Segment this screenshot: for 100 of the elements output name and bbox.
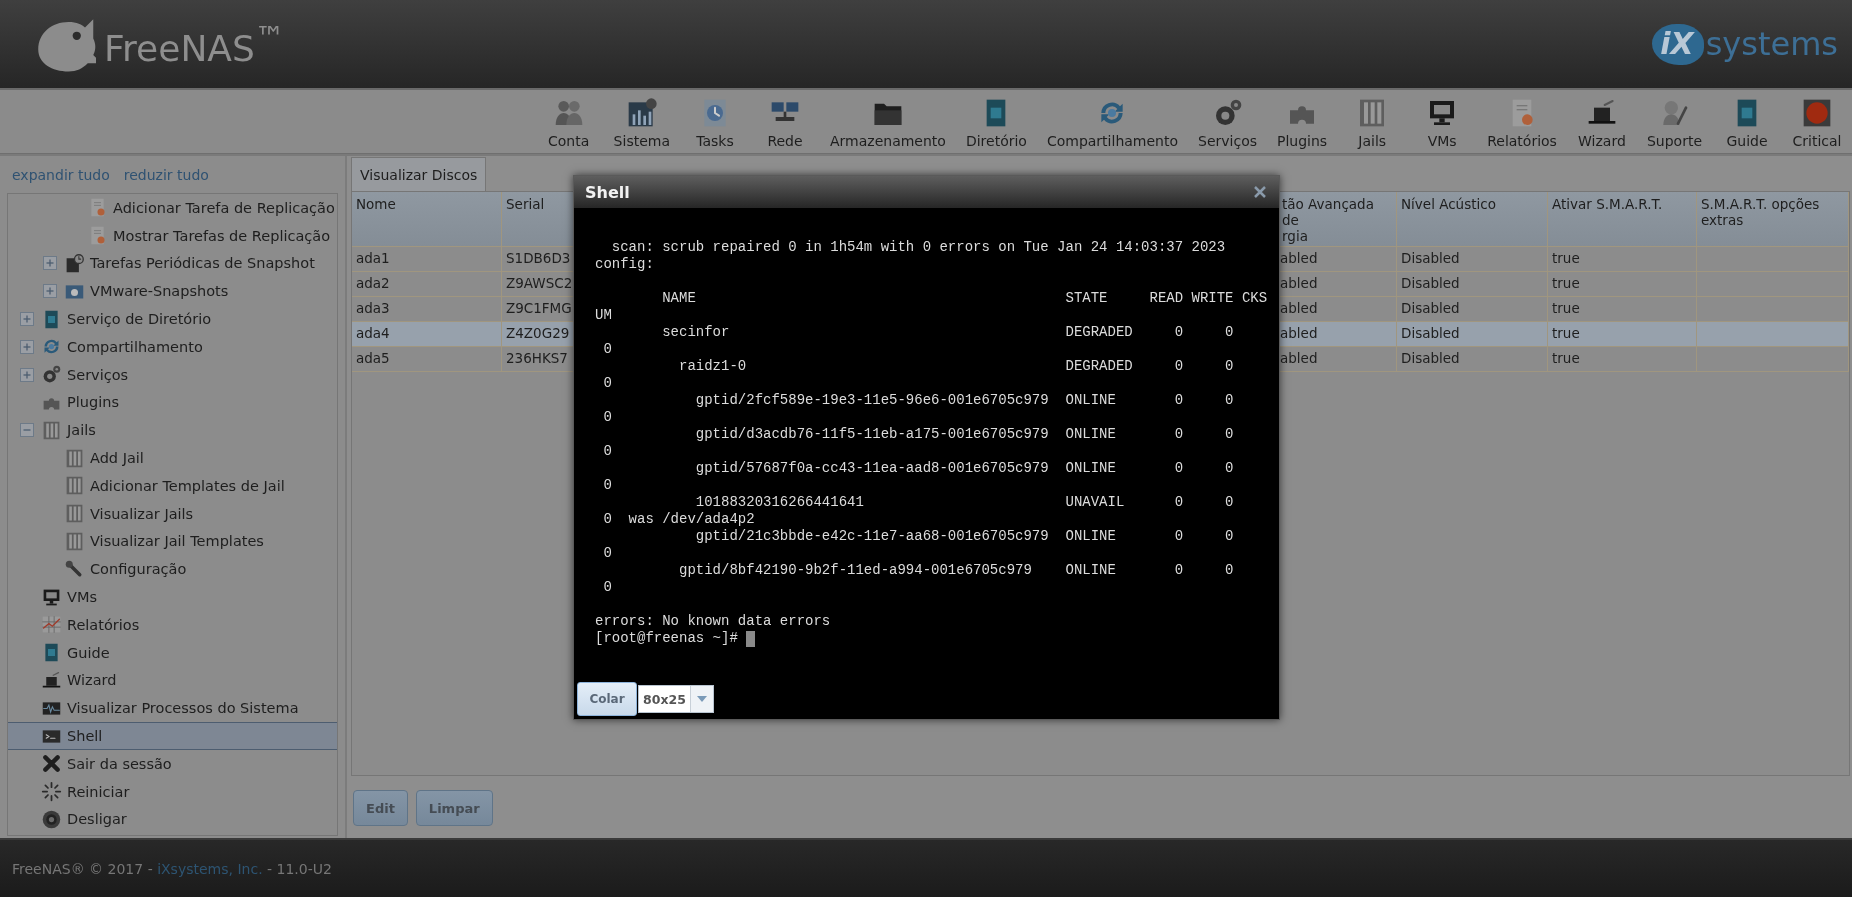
tree-item[interactable]: Plugins <box>8 388 337 417</box>
clear-button[interactable]: Limpar <box>415 790 493 826</box>
toolbar-button[interactable]: Wizard <box>1566 90 1637 153</box>
table-cell: true <box>1552 350 1580 366</box>
snapshot-icon <box>64 253 85 274</box>
line-chart-icon <box>41 614 62 636</box>
spinner-icon <box>41 781 62 803</box>
table-cell: abled <box>1280 300 1318 316</box>
toolbar-button[interactable]: Diretório <box>955 90 1037 153</box>
expander-icon[interactable] <box>20 423 34 438</box>
toolbar-button[interactable]: Plugins <box>1267 90 1338 153</box>
table-cell: Disabled <box>1401 275 1460 291</box>
bars-icon <box>41 419 62 441</box>
column-header: Nível Acústico <box>1397 192 1548 247</box>
tree-item[interactable]: Compartilhamento <box>8 333 337 361</box>
table-cell: Z4Z0G29 <box>506 325 570 341</box>
table-cell: abled <box>1280 275 1318 291</box>
caret-icon <box>696 696 707 702</box>
terminal-prompt: [root@freenas ~]# <box>595 630 738 647</box>
expander-icon[interactable] <box>20 312 34 327</box>
expander-icon[interactable] <box>20 367 34 382</box>
toolbar-button[interactable]: Relatórios <box>1477 90 1567 153</box>
bars-icon <box>64 530 85 552</box>
toolbar-button[interactable]: Sistema <box>603 90 680 153</box>
table-cell: ada4 <box>356 325 390 341</box>
tree-item[interactable]: Tarefas Periódicas de Snapshot <box>8 249 337 278</box>
tree-item[interactable]: Add Jail <box>8 444 337 472</box>
hat-icon <box>41 669 62 691</box>
table-cell: ada5 <box>356 350 390 366</box>
tree-item[interactable]: Jails <box>8 416 337 445</box>
table-cell: ada3 <box>356 300 390 316</box>
table-cell: Disabled <box>1401 350 1460 366</box>
column-header: S.M.A.R.T. opções extras <box>1697 192 1849 247</box>
tree-item[interactable]: Shell <box>8 722 337 750</box>
brand-name: systems <box>1705 25 1838 63</box>
tree-item[interactable]: Serviços <box>8 360 337 389</box>
toolbar-button[interactable]: Rede <box>750 90 820 153</box>
tree-item[interactable]: Wizard <box>8 666 337 695</box>
table-cell: abled <box>1280 325 1318 341</box>
toolbar-button[interactable]: Guide <box>1712 90 1782 153</box>
toolbar-button[interactable]: Suporte <box>1636 90 1712 153</box>
edit-button[interactable]: Edit <box>353 790 408 826</box>
bars-icon <box>64 447 85 469</box>
tab[interactable]: Visualizar Discos <box>351 157 487 191</box>
tree-item[interactable]: VMs <box>8 583 337 611</box>
expander-icon[interactable] <box>43 284 57 299</box>
tree-item[interactable]: Serviço de Diretório <box>8 305 337 333</box>
table-cell: true <box>1552 275 1580 291</box>
bars-icon <box>64 475 85 497</box>
table-cell: Z9C1FMG <box>506 300 572 316</box>
tree-item[interactable]: Visualizar Jail Templates <box>8 527 337 556</box>
tree-item[interactable]: Visualizar Jails <box>8 499 337 528</box>
brand-mark: iX <box>1652 23 1704 65</box>
terminal-cursor <box>745 630 755 647</box>
table-cell: Z9AWSC2 <box>506 275 573 291</box>
close-icon[interactable] <box>1253 185 1267 199</box>
toolbar-button[interactable]: Critical <box>1782 90 1852 153</box>
tree-item[interactable]: Adicionar Templates de Jail <box>8 471 337 500</box>
table-cell: ada1 <box>356 250 390 266</box>
table-cell: Disabled <box>1401 250 1460 266</box>
tree-item[interactable]: Configuração <box>8 555 337 584</box>
expander-icon[interactable] <box>43 256 57 271</box>
cross-icon <box>41 753 62 775</box>
column-header: Nome <box>352 192 502 247</box>
toolbar-button[interactable]: Serviços <box>1188 90 1267 153</box>
expand-all-link[interactable]: expandir tudo <box>12 166 110 183</box>
toolbar-button[interactable]: Conta <box>533 90 604 153</box>
size-select[interactable]: 80x25 <box>638 685 714 713</box>
table-cell: true <box>1552 250 1580 266</box>
table-cell: Disabled <box>1401 300 1460 316</box>
footer-text: FreeNAS® © 2017 - iXsystems, Inc. - 11.0-U2 <box>12 860 332 877</box>
column-header: Ativar S.M.A.R.T. <box>1548 192 1697 247</box>
tree-item[interactable]: Adicionar Tarefa de Replicação <box>8 194 337 222</box>
paste-button[interactable]: Colar <box>577 682 637 716</box>
power-icon <box>41 808 62 830</box>
table-cell: abled <box>1280 250 1318 266</box>
toolbar-button[interactable]: Armazenamento <box>820 90 956 153</box>
table-cell: 236HKS7 <box>506 350 568 366</box>
expander-icon[interactable] <box>20 339 34 354</box>
table-cell: Disabled <box>1401 325 1460 341</box>
table-cell: ada2 <box>356 275 390 291</box>
tree-item[interactable]: Guide <box>8 638 337 667</box>
tree-item[interactable]: Reiniciar <box>8 777 337 806</box>
toolbar-button[interactable]: Jails <box>1337 90 1408 153</box>
tree-item[interactable]: Visualizar Processos do Sistema <box>8 694 337 723</box>
logo-text: FreeNAS$^{™}$ <box>104 19 285 69</box>
tree-item[interactable]: VMware-Snapshots <box>8 277 337 306</box>
table-cell: true <box>1552 325 1580 341</box>
table-cell: abled <box>1280 350 1318 366</box>
tree-item[interactable]: Relatórios <box>8 610 337 639</box>
toolbar-button[interactable]: Tasks <box>680 90 750 153</box>
table-cell: true <box>1552 300 1580 316</box>
alert-icon <box>1801 97 1833 129</box>
toolbar-button[interactable]: VMs <box>1407 90 1478 153</box>
toolbar-button[interactable]: Compartilhamento <box>1036 90 1188 153</box>
tree-item[interactable]: Mostrar Tarefas de Replicação <box>8 221 337 250</box>
tree-item[interactable]: Desligar <box>8 805 337 834</box>
tree-item[interactable]: Sair da sessão <box>8 749 337 778</box>
table-cell: S1DB6D3 <box>506 250 571 266</box>
bars-icon <box>64 503 85 525</box>
